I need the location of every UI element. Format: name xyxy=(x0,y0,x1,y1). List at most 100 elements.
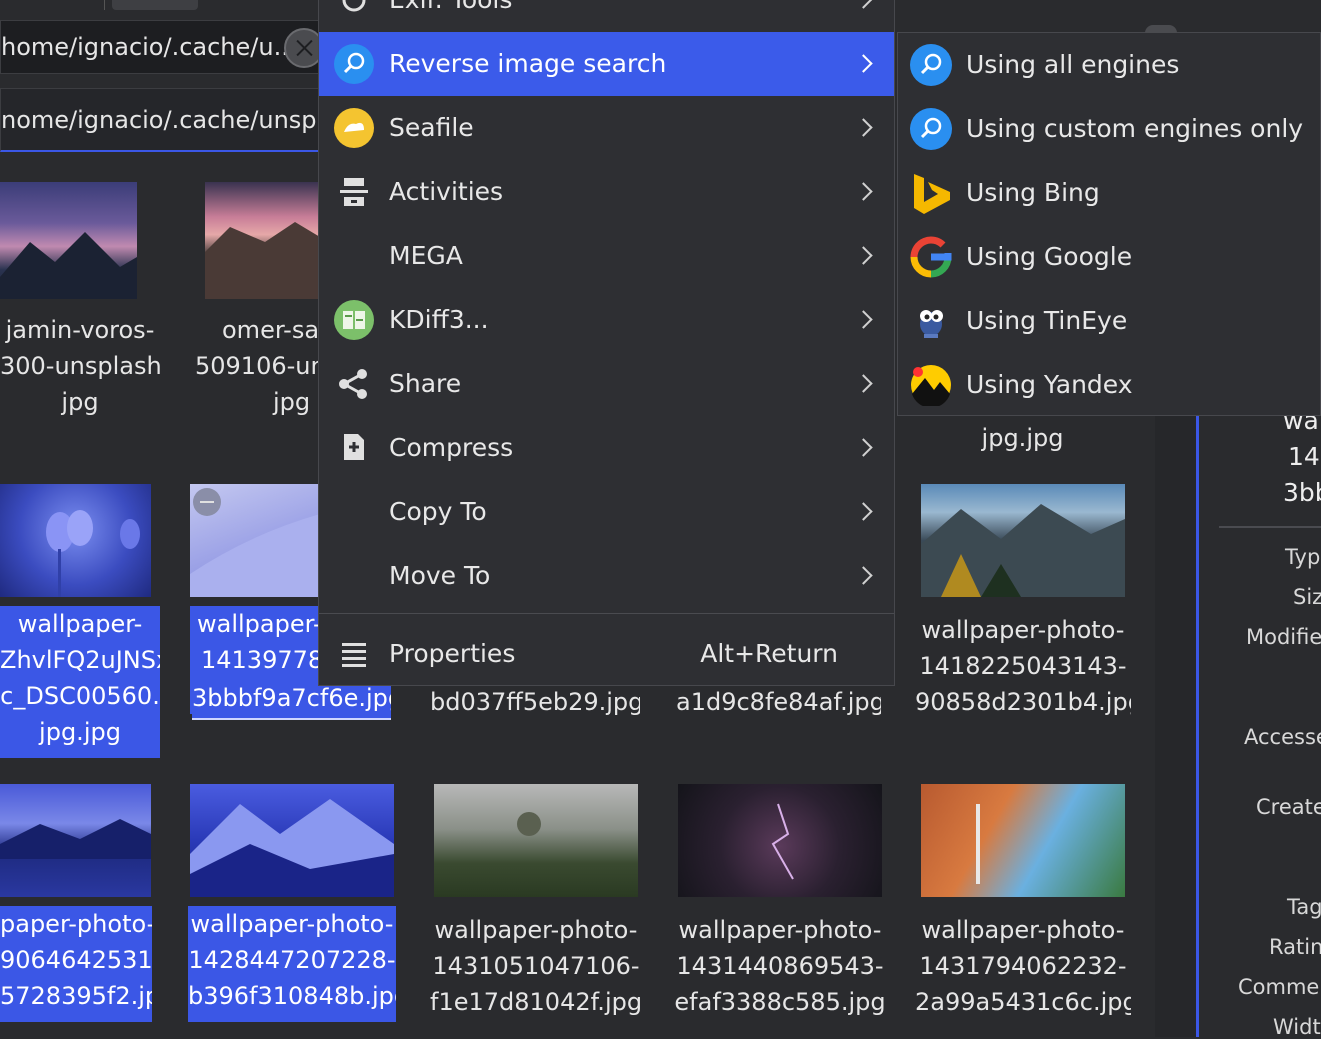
chevron-right-icon xyxy=(854,54,873,73)
menu-item-label: Seafile xyxy=(389,113,474,142)
file-name-line: wallpaper-p xyxy=(197,610,320,638)
submenu-item-label: Using custom engines only xyxy=(966,114,1304,143)
file-name-line: 1418225043143- xyxy=(919,652,1127,680)
menu-item-mega[interactable]: MEGA xyxy=(319,224,894,288)
file-thumbnail[interactable] xyxy=(0,784,151,897)
file-thumbnail[interactable] xyxy=(0,182,137,299)
menu-item-share[interactable]: Share xyxy=(319,352,894,416)
lightning-thumbnail-image xyxy=(771,803,794,880)
submenu-item-all-engines[interactable]: Using all engines xyxy=(898,33,1321,97)
menu-item-compress[interactable]: Compress xyxy=(319,416,894,480)
submenu-item-google[interactable]: Using Google xyxy=(898,225,1321,289)
share-icon xyxy=(339,369,367,399)
file-name-line: wallpaper-photo- xyxy=(678,916,882,944)
file-name-line: jpg.jpg xyxy=(981,424,1064,452)
bing-icon xyxy=(914,174,950,214)
file-name[interactable]: jamin-voros- 300-unsplash. jpg xyxy=(0,312,160,420)
menu-item-properties[interactable]: Properties Alt+Return xyxy=(319,622,894,686)
file-name-line: wallpaper-photo- xyxy=(921,616,1125,644)
menu-item-label: Copy To xyxy=(389,497,487,526)
reverse-image-search-submenu: Using all engines Using custom engines o… xyxy=(897,32,1321,416)
menu-item-label: Properties xyxy=(389,639,516,668)
submenu-item-label: Using Bing xyxy=(966,178,1100,207)
file-name[interactable]: bd037ff5eb29.jpg xyxy=(430,684,640,720)
menu-item-shortcut: Alt+Return xyxy=(700,639,838,668)
file-thumbnail[interactable] xyxy=(434,784,638,897)
chevron-right-icon xyxy=(854,118,873,137)
file-name-line: jpg xyxy=(61,388,99,416)
submenu-item-custom-engines[interactable]: Using custom engines only xyxy=(898,97,1321,161)
menu-item-label: Exif: Tools xyxy=(389,0,512,32)
file-thumbnail[interactable] xyxy=(921,784,1125,897)
info-label-size: Size xyxy=(1293,585,1321,609)
file-name[interactable]: wallpaper- ZhvlFQ2uJNSx5 c_DSC00560. jpg… xyxy=(0,606,160,758)
panel-gap xyxy=(1155,416,1196,1037)
path-field-primary[interactable]: home/ignacio/.cache/u... xyxy=(0,20,330,74)
file-name[interactable]: wallpaper-photo- 1428447207228- b396f310… xyxy=(188,906,396,1022)
alpine-thumbnail-image xyxy=(921,504,1125,597)
info-label-rating: Rating xyxy=(1269,935,1321,959)
file-name[interactable]: wallpaper-photo- 1431794062232- 2a99a543… xyxy=(915,912,1131,1020)
activities-icon xyxy=(340,178,368,206)
file-thumbnail[interactable] xyxy=(205,182,320,299)
file-name-line: 1428447207228- xyxy=(188,946,396,974)
file-name[interactable]: paper-photo- 9064642531- 5728395f2.jpg xyxy=(0,906,152,1022)
menu-item-move-to[interactable]: Move To xyxy=(319,544,894,608)
file-thumbnail[interactable] xyxy=(678,784,882,897)
file-name[interactable]: omer-sal 509106-uns jpg xyxy=(185,312,320,420)
search-icon xyxy=(910,108,952,150)
submenu-item-yandex[interactable]: Using Yandex xyxy=(898,353,1321,417)
scroll-handle-icon[interactable] xyxy=(1145,25,1177,33)
file-name-line: wallpaper-photo- xyxy=(921,916,1125,944)
file-name-line: 141397788 xyxy=(201,646,320,674)
tulip-thumbnail-image xyxy=(46,510,140,597)
file-name-line: jpg xyxy=(273,388,311,416)
menu-item-kdiff3[interactable]: KDiff3... xyxy=(319,288,894,352)
file-name[interactable]: wallpaper-photo- 1431051047106- f1e17d81… xyxy=(430,912,642,1020)
file-name-line: 90858d2301b4.jpg xyxy=(915,688,1131,716)
menu-item-copy-to[interactable]: Copy To xyxy=(319,480,894,544)
file-name-line: 509106-uns xyxy=(195,352,320,380)
menu-item-label: KDiff3... xyxy=(389,305,489,334)
file-thumbnail[interactable] xyxy=(0,484,151,597)
submenu-item-label: Using all engines xyxy=(966,50,1180,79)
file-name[interactable]: a1d9c8fe84af.jpg xyxy=(676,684,881,720)
chevron-right-icon xyxy=(854,566,873,585)
menu-item-label: MEGA xyxy=(389,241,463,270)
menu-item-activities[interactable]: Activities xyxy=(319,160,894,224)
compress-icon xyxy=(344,434,364,460)
menu-item-reverse-image-search[interactable]: Reverse image search xyxy=(319,32,894,96)
submenu-item-bing[interactable]: Using Bing xyxy=(898,161,1321,225)
deselect-icon[interactable] xyxy=(193,488,221,516)
path-field-secondary[interactable]: nome/ignacio/.cache/unsplas xyxy=(0,88,330,152)
file-name[interactable]: wallpaper-photo- 1418225043143- 90858d23… xyxy=(915,612,1131,720)
file-name-line: 1431051047106- xyxy=(432,952,640,980)
file-name-line: f1e17d81042f.jpg xyxy=(430,988,642,1016)
file-name-line: 300-unsplash. xyxy=(0,352,160,380)
info-label-width: Width xyxy=(1273,1015,1321,1039)
foggy-field-thumbnail-image xyxy=(517,812,541,836)
menu-item-label: Activities xyxy=(389,177,504,206)
toolbar-tab[interactable] xyxy=(112,0,198,10)
submenu-item-label: Using Yandex xyxy=(966,370,1133,399)
info-label-modified: Modified xyxy=(1246,625,1321,649)
chevron-right-icon xyxy=(854,246,873,265)
yandex-icon xyxy=(911,365,951,406)
lake-thumbnail-image xyxy=(0,819,151,859)
google-icon xyxy=(910,236,952,278)
info-title-line: 141 xyxy=(1288,442,1321,471)
menu-item-seafile[interactable]: Seafile xyxy=(319,96,894,160)
file-thumbnail[interactable] xyxy=(921,484,1125,597)
info-label-created: Created xyxy=(1256,795,1321,819)
info-title-line: 3bb xyxy=(1283,478,1321,507)
chevron-right-icon xyxy=(854,182,873,201)
file-name[interactable]: wallpaper-photo- 1431440869543- efaf3388… xyxy=(674,912,886,1020)
file-name[interactable]: jpg.jpg xyxy=(920,420,1125,456)
chevron-right-icon xyxy=(854,502,873,521)
chevron-right-icon xyxy=(854,310,873,329)
menu-item-exif-tools[interactable]: Exif: Tools xyxy=(319,0,894,32)
file-thumbnail[interactable] xyxy=(190,784,394,897)
file-name-line: c_DSC00560. xyxy=(0,682,160,710)
submenu-item-tineye[interactable]: Using TinEye xyxy=(898,289,1321,353)
file-name-line: jamin-voros- xyxy=(5,316,155,344)
